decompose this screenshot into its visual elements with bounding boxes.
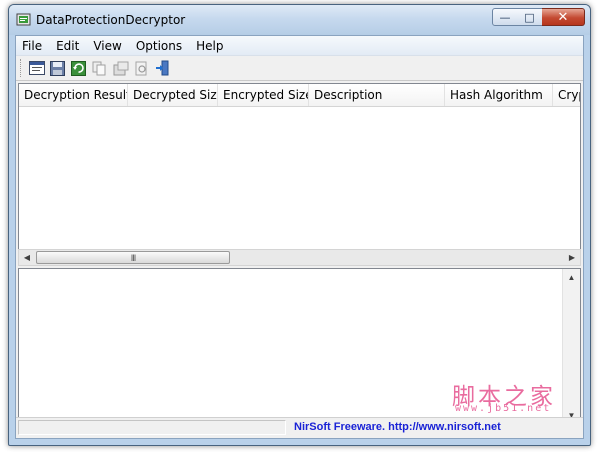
minimize-button[interactable]: —: [492, 8, 518, 26]
menu-help[interactable]: Help: [189, 39, 230, 53]
html-report-button[interactable]: [111, 59, 130, 78]
records-table[interactable]: Decryption Result Decrypted Size Encrypt…: [18, 83, 581, 250]
horizontal-scrollbar[interactable]: ◀ III ▶: [18, 249, 581, 266]
html-report-icon: [113, 61, 128, 75]
properties-button[interactable]: [27, 59, 46, 78]
scroll-left-icon[interactable]: ◀: [19, 250, 35, 265]
scroll-right-icon[interactable]: ▶: [564, 250, 580, 265]
copy-icon: [92, 61, 106, 75]
close-button[interactable]: ✕: [542, 8, 585, 26]
app-icon: [16, 13, 32, 27]
maximize-button[interactable]: □: [517, 8, 543, 26]
nirsoft-link[interactable]: NirSoft Freeware. http://www.nirsoft.net: [294, 421, 501, 433]
menu-bar: File Edit View Options Help: [16, 36, 583, 56]
menu-options[interactable]: Options: [129, 39, 189, 53]
properties-icon: [28, 61, 45, 75]
copy-button[interactable]: [90, 59, 109, 78]
status-cell-left: [18, 420, 286, 435]
title-bar[interactable]: DataProtectionDecryptor — □ ✕: [9, 5, 590, 35]
save-button[interactable]: [48, 59, 67, 78]
minimize-icon: —: [499, 10, 511, 24]
menu-view[interactable]: View: [86, 39, 128, 53]
column-header-decrypted-size[interactable]: Decrypted Size: [128, 84, 218, 106]
menu-file[interactable]: File: [16, 39, 49, 53]
column-header-hash-algorithm[interactable]: Hash Algorithm: [445, 84, 553, 106]
window-title: DataProtectionDecryptor: [36, 13, 186, 27]
scroll-up-icon[interactable]: ▲: [563, 269, 580, 285]
save-icon: [50, 60, 65, 76]
find-button[interactable]: [132, 59, 151, 78]
close-icon: ✕: [557, 9, 569, 25]
toolbar: [16, 56, 583, 81]
watermark-url: www.jb51.net: [455, 403, 552, 414]
status-bar: NirSoft Freeware. http://www.nirsoft.net: [16, 417, 583, 438]
scrollbar-thumb[interactable]: III: [36, 251, 230, 264]
column-header-decryption-result[interactable]: Decryption Result: [19, 84, 128, 106]
refresh-button[interactable]: [69, 59, 88, 78]
column-header-encrypted-size[interactable]: Encrypted Size: [218, 84, 309, 106]
column-header-description[interactable]: Description: [309, 84, 445, 106]
toolbar-grip[interactable]: [20, 59, 24, 77]
menu-edit[interactable]: Edit: [49, 39, 86, 53]
table-header: Decryption Result Decrypted Size Encrypt…: [19, 84, 580, 107]
exit-button[interactable]: [153, 59, 172, 78]
exit-icon: [156, 60, 169, 76]
find-icon: [135, 61, 147, 75]
column-header-crypt-algorithm[interactable]: Cryp: [553, 84, 580, 106]
refresh-icon: [71, 60, 86, 76]
vertical-scrollbar[interactable]: ▲ ▼: [562, 269, 580, 423]
maximize-icon: □: [524, 10, 535, 24]
